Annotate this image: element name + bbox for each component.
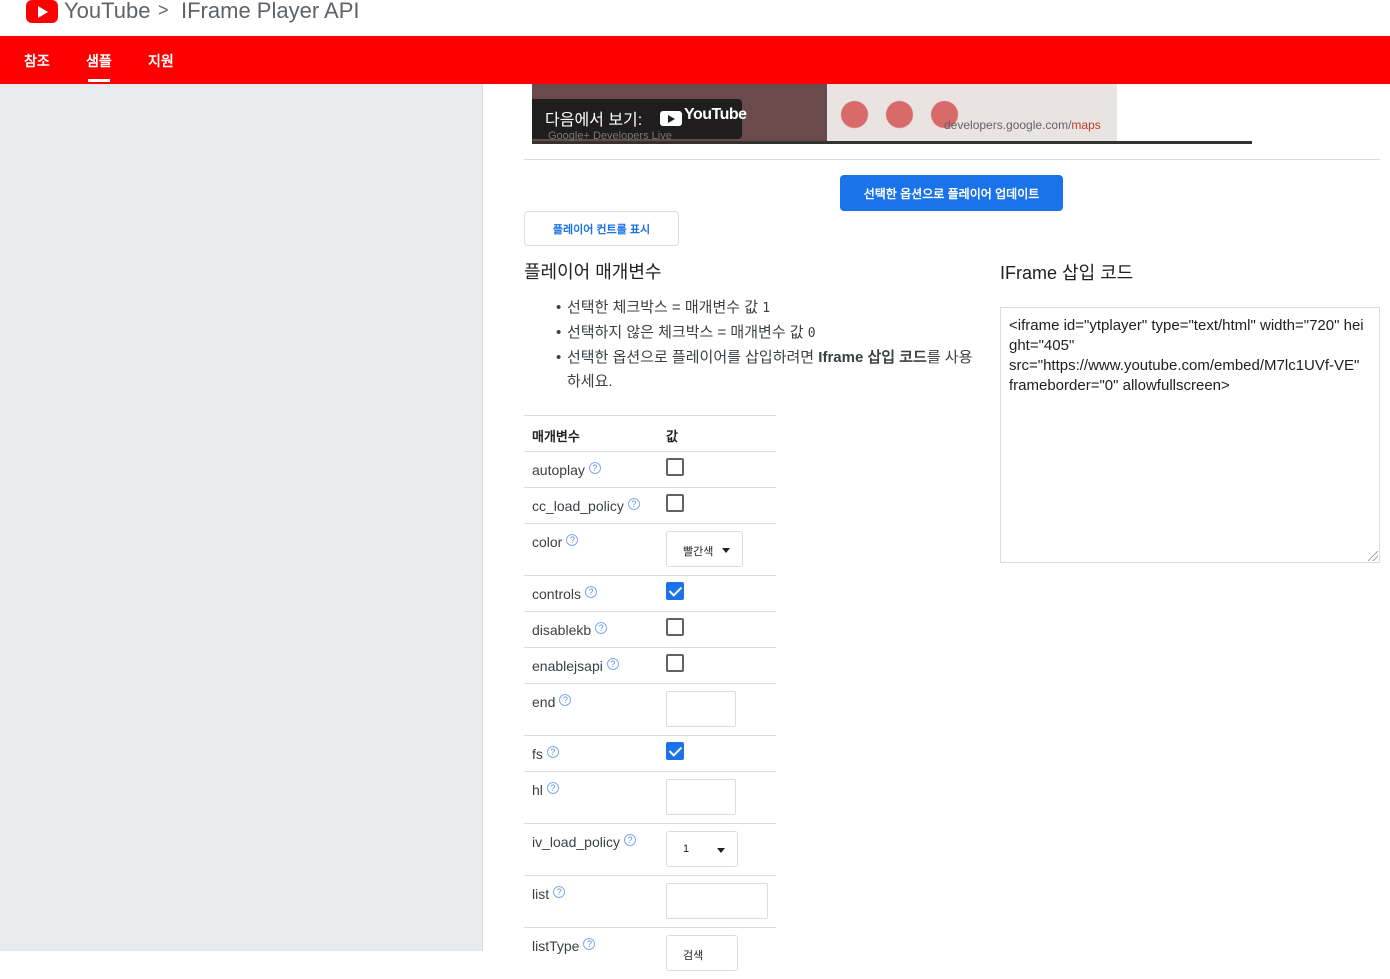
help-icon[interactable]: ? (546, 746, 559, 758)
show-controls-button[interactable]: 플레이어 컨트롤 표시 (524, 211, 679, 246)
table-row: disablekb? (524, 611, 776, 647)
help-icon[interactable]: ? (583, 938, 596, 950)
table-row: autoplay? (524, 451, 776, 487)
help-icon[interactable]: ? (623, 834, 636, 846)
disablekb-checkbox[interactable] (666, 618, 684, 636)
help-icon[interactable]: ? (585, 586, 598, 598)
left-sidebar (0, 84, 483, 951)
param-name: color? (532, 534, 579, 550)
color-select[interactable]: 빨간색 (666, 531, 743, 567)
param-name: controls? (532, 586, 598, 602)
param-label: disablekb (532, 622, 592, 638)
param-name: autoplay? (532, 462, 601, 478)
param-name: enablejsapi? (532, 658, 619, 674)
param-name: list? (532, 886, 566, 902)
param-name: end? (532, 694, 572, 710)
param-label: iv_load_policy (532, 834, 620, 850)
list-item: 선택한 옵션으로 플레이어를 삽입하려면 Iframe 삽입 코드를 사용하세요… (549, 346, 989, 394)
help-icon[interactable]: ? (627, 498, 640, 510)
param-name: cc_load_policy? (532, 498, 640, 514)
table-row: list? (524, 875, 776, 927)
video-player[interactable]: developers.google.com/maps 다음에서 보기: YouT… (532, 84, 1252, 144)
param-label: enablejsapi (532, 658, 603, 674)
youtube-logo-icon[interactable] (26, 0, 58, 23)
top-header: YouTube > IFrame Player API (0, 0, 1390, 36)
tab-support[interactable]: 지원 (148, 51, 174, 71)
table-row: listType? 검색 (524, 927, 776, 979)
params-table: 매개변수 값 autoplay? cc_load_policy? color? … (524, 415, 776, 979)
param-label: color (532, 534, 563, 550)
select-value: 검색 (683, 950, 704, 962)
param-label: fs (532, 746, 543, 762)
end-input[interactable] (666, 691, 736, 727)
param-label: cc_load_policy (532, 498, 624, 514)
col-header-value: 값 (666, 429, 678, 444)
hl-input[interactable] (666, 779, 736, 815)
fs-checkbox[interactable] (666, 742, 684, 760)
table-row: iv_load_policy? 1 (524, 823, 776, 875)
youtube-wordmark: YouTube (684, 106, 747, 123)
breadcrumb-page[interactable]: IFrame Player API (181, 0, 360, 24)
divider (524, 159, 1380, 160)
video-progress-bar[interactable] (532, 141, 1252, 144)
resize-grip-icon[interactable] (1368, 551, 1378, 561)
table-row: color? 빨간색 (524, 523, 776, 575)
iframe-code-textarea[interactable]: <iframe id="ytplayer" type="text/html" w… (1000, 307, 1380, 563)
param-name: hl? (532, 782, 559, 798)
iframe-heading: IFrame 삽입 코드 (1000, 263, 1134, 283)
cc-load-policy-checkbox[interactable] (666, 494, 684, 512)
controls-checkbox[interactable] (666, 582, 684, 600)
video-url-overlay: developers.google.com/maps (944, 118, 1101, 132)
tab-samples[interactable]: 샘플 (86, 51, 112, 82)
brand-name[interactable]: YouTube (64, 0, 150, 24)
param-label: listType (532, 938, 580, 954)
watch-on-label: 다음에서 보기: (545, 112, 643, 129)
help-icon[interactable]: ? (595, 622, 608, 634)
video-thumbnail-right (1117, 84, 1252, 144)
update-player-button[interactable]: 선택한 옵션으로 플레이어 업데이트 (840, 175, 1063, 211)
youtube-play-icon (660, 111, 682, 126)
param-label: controls (532, 586, 582, 602)
help-icon[interactable]: ? (588, 462, 601, 474)
nav-bar: 참조 샘플 지원 (0, 36, 1390, 84)
param-label: hl (532, 782, 543, 798)
autoplay-checkbox[interactable] (666, 458, 684, 476)
chevron-right-icon: > (158, 0, 169, 20)
table-header: 매개변수 값 (524, 415, 776, 451)
help-icon[interactable]: ? (606, 658, 619, 670)
help-icon[interactable]: ? (553, 886, 566, 898)
tab-reference[interactable]: 참조 (24, 51, 50, 71)
params-heading: 플레이어 매개변수 (524, 262, 662, 282)
iv-load-policy-select[interactable]: 1 (666, 831, 738, 867)
table-row: fs? (524, 735, 776, 771)
param-name: fs? (532, 746, 559, 762)
select-value: 1 (683, 843, 690, 855)
list-input[interactable] (666, 883, 768, 919)
param-label: autoplay (532, 462, 585, 478)
list-type-select[interactable]: 검색 (666, 935, 738, 971)
help-icon[interactable]: ? (559, 694, 572, 706)
param-name: disablekb? (532, 622, 608, 638)
table-row: enablejsapi? (524, 647, 776, 683)
caret-down-icon (722, 548, 730, 553)
help-icon[interactable]: ? (546, 782, 559, 794)
table-row: hl? (524, 771, 776, 823)
map-pins-graphic (832, 92, 962, 144)
param-label: end (532, 694, 556, 710)
col-header-param: 매개변수 (532, 429, 580, 444)
list-item: 선택한 체크박스 = 매개변수 값 1 (549, 296, 989, 321)
param-label: list (532, 886, 550, 902)
param-name: listType? (532, 938, 596, 954)
enablejsapi-checkbox[interactable] (666, 654, 684, 672)
list-item: 선택하지 않은 체크박스 = 매개변수 값 0 (549, 321, 989, 346)
param-name: iv_load_policy? (532, 834, 636, 850)
table-row: end? (524, 683, 776, 735)
caret-down-icon (717, 848, 725, 853)
select-value: 빨간색 (683, 546, 714, 558)
help-icon[interactable]: ? (566, 534, 579, 546)
param-notes: 선택한 체크박스 = 매개변수 값 1 선택하지 않은 체크박스 = 매개변수 … (549, 296, 989, 394)
table-row: cc_load_policy? (524, 487, 776, 523)
table-row: controls? (524, 575, 776, 611)
